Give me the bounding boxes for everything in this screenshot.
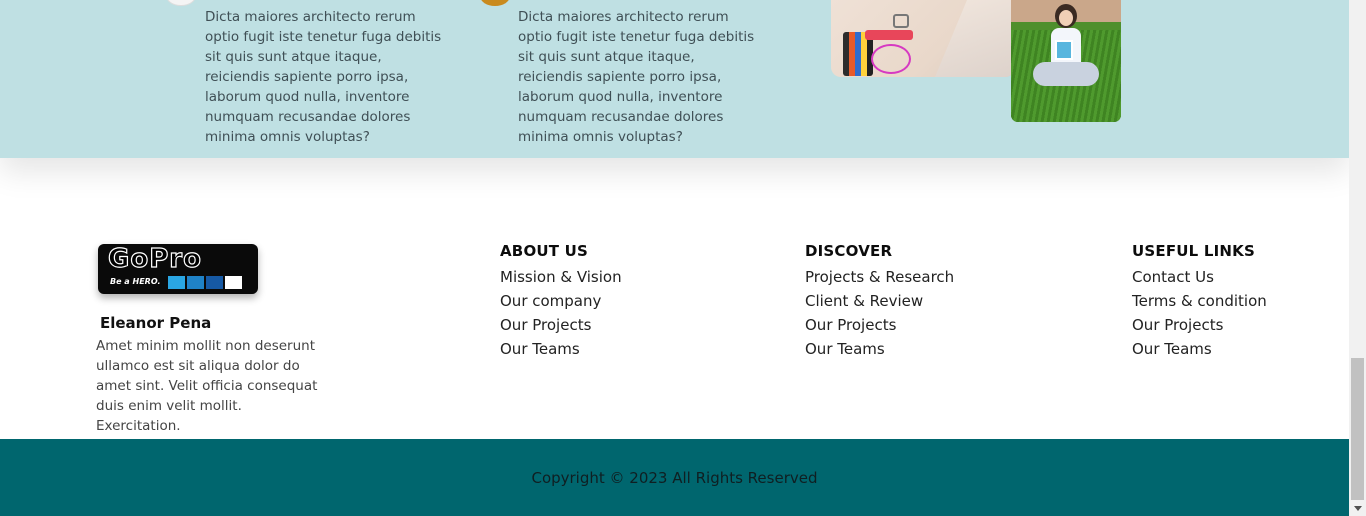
- copyright-bar: Copyright © 2023 All Rights Reserved: [0, 439, 1349, 516]
- about-us-links: Mission & Vision Our company Our Project…: [500, 265, 622, 361]
- logo-square: [206, 276, 223, 289]
- cable-graphic: [871, 44, 911, 74]
- footer-link-our-projects[interactable]: Our Projects: [500, 313, 622, 337]
- footer-link-our-teams[interactable]: Our Teams: [500, 337, 622, 361]
- footer-link-our-teams[interactable]: Our Teams: [805, 337, 954, 361]
- footer-person-name: Eleanor Pena: [100, 314, 212, 332]
- testimonial-avatar: [480, 0, 510, 6]
- face-graphic: [1059, 10, 1073, 26]
- paper-graphic: [935, 0, 1015, 77]
- footer-link-our-company[interactable]: Our company: [500, 289, 622, 313]
- footer-link-our-projects[interactable]: Our Projects: [1132, 313, 1267, 337]
- logo-tagline: Be a HERO.: [110, 277, 161, 286]
- footer-link-contact-us[interactable]: Contact Us: [1132, 265, 1267, 289]
- marker-graphic: [865, 30, 913, 40]
- logo-square: [187, 276, 204, 289]
- testimonial-avatar: [166, 0, 196, 6]
- gopro-logo[interactable]: GoPro Be a HERO.: [98, 243, 258, 294]
- footer-link-projects-research[interactable]: Projects & Research: [805, 265, 954, 289]
- logo-square: [225, 276, 242, 289]
- desk-supplies-photo: [831, 0, 1015, 77]
- about-us-heading: ABOUT US: [500, 242, 589, 260]
- useful-links-list: Contact Us Terms & condition Our Project…: [1132, 265, 1267, 361]
- page-scrollbar[interactable]: [1349, 0, 1366, 516]
- scrollbar-thumb[interactable]: [1351, 358, 1364, 500]
- scroll-down-arrow-icon[interactable]: [1354, 506, 1362, 511]
- testimonial-section: Dicta maiores architecto rerum optio fug…: [0, 0, 1349, 158]
- legs-graphic: [1033, 62, 1099, 86]
- footer-link-mission-vision[interactable]: Mission & Vision: [500, 265, 622, 289]
- useful-links-heading: USEFUL LINKS: [1132, 242, 1255, 260]
- student-on-grass-photo: [1011, 0, 1121, 122]
- logo-wordmark: GoPro: [107, 243, 202, 274]
- copyright-text: Copyright © 2023 All Rights Reserved: [531, 469, 818, 487]
- discover-links: Projects & Research Client & Review Our …: [805, 265, 954, 361]
- footer-link-terms-condition[interactable]: Terms & condition: [1132, 289, 1267, 313]
- logo-square: [168, 276, 185, 289]
- book-graphic: [1055, 40, 1073, 60]
- footer-link-our-teams[interactable]: Our Teams: [1132, 337, 1267, 361]
- discover-heading: DISCOVER: [805, 242, 893, 260]
- logo-squares-icon: [168, 276, 242, 289]
- binder-clip-graphic: [893, 14, 909, 28]
- testimonial-text: Dicta maiores architecto rerum optio fug…: [518, 9, 755, 145]
- footer-link-our-projects[interactable]: Our Projects: [805, 313, 954, 337]
- footer-bio: Amet minim mollit non deserunt ullamco e…: [96, 338, 318, 434]
- testimonial-text: Dicta maiores architecto rerum optio fug…: [205, 9, 442, 145]
- footer-link-client-review[interactable]: Client & Review: [805, 289, 954, 313]
